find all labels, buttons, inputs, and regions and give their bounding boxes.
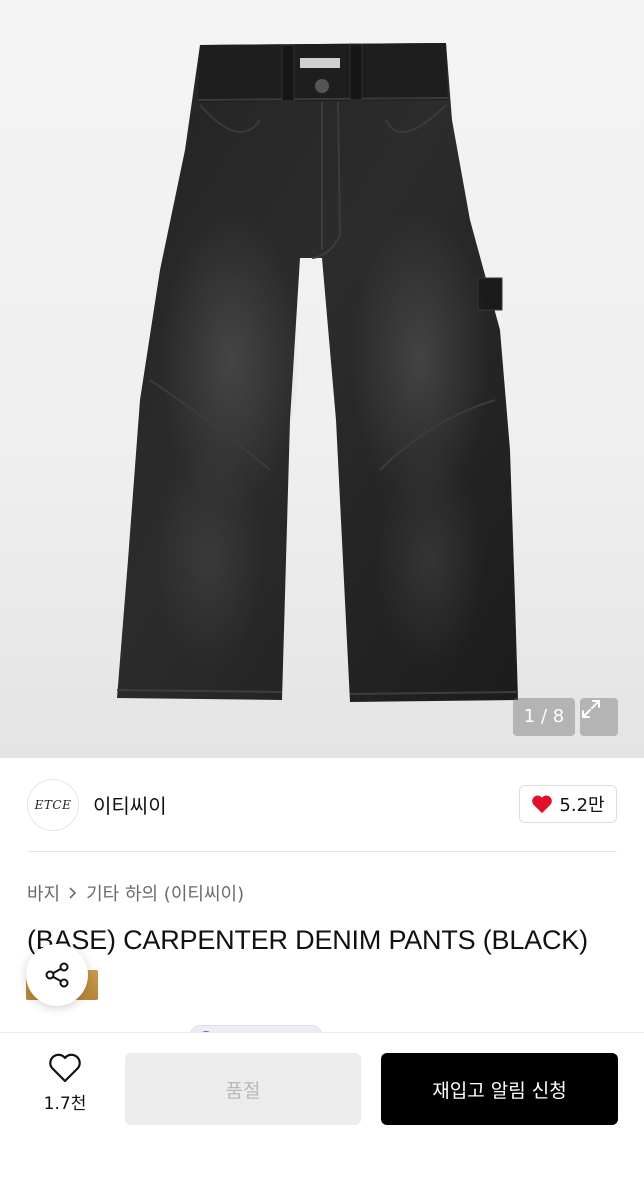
chevron-right-icon (69, 887, 77, 899)
share-button[interactable] (26, 944, 88, 1006)
breadcrumb-category[interactable]: 바지 (27, 880, 60, 906)
expand-button[interactable] (580, 698, 618, 736)
heart-outline-icon (49, 1053, 81, 1083)
bottom-action-bar: 1.7천 품절 재입고 알림 신청 (0, 1032, 644, 1200)
brand-logo-text: ETCE (34, 798, 72, 812)
brand-row: ETCE 이티씨이 5.2만 (0, 758, 644, 852)
share-icon (45, 962, 69, 988)
brand-logo[interactable]: ETCE (27, 779, 79, 831)
brand-name[interactable]: 이티씨이 (93, 790, 167, 819)
brand-like-button[interactable]: 5.2만 (519, 785, 617, 823)
expand-diagonal-icon (582, 700, 600, 718)
product-image-gallery[interactable]: 1 / 8 (0, 0, 644, 758)
wishlist-count: 1.7천 (43, 1094, 87, 1114)
breadcrumb: 바지 기타 하의 (이티씨이) (27, 880, 244, 906)
product-title: (BASE) CARPENTER DENIM PANTS (BLACK) (27, 925, 588, 955)
brand-like-count: 5.2만 (559, 795, 605, 816)
breadcrumb-subcategory[interactable]: 기타 하의 (이티씨이) (86, 880, 244, 906)
soldout-button[interactable]: 품절 (125, 1053, 361, 1125)
product-page: 1 / 8 ETCE 이티씨이 5.2만 바지 기타 하의 (이티씨이) (BA… (0, 0, 644, 1200)
wishlist-button[interactable]: 1.7천 (28, 1053, 102, 1123)
restock-alert-button[interactable]: 재입고 알림 신청 (381, 1053, 618, 1125)
image-counter: 1 / 8 (513, 698, 575, 736)
divider (27, 851, 617, 852)
heart-filled-icon (532, 795, 553, 814)
product-image (116, 43, 519, 702)
